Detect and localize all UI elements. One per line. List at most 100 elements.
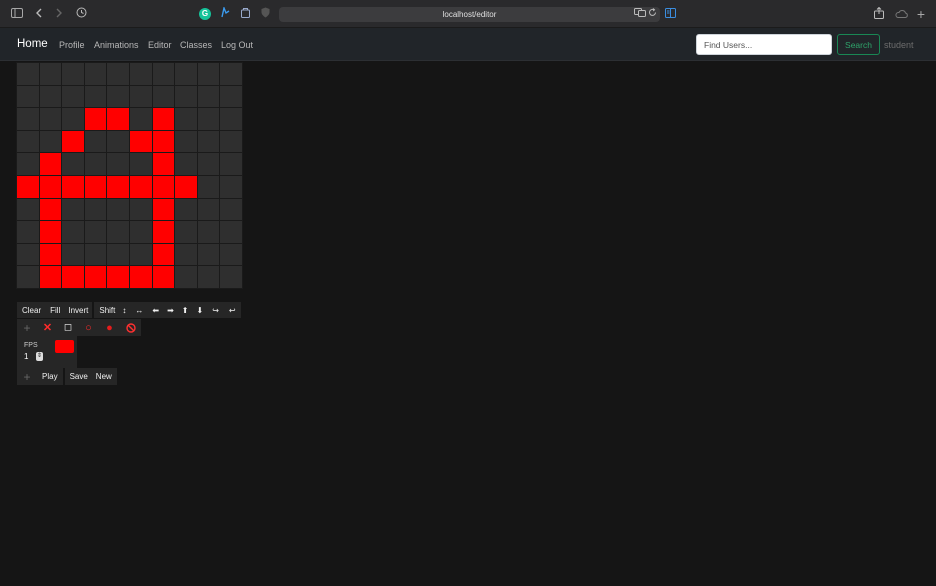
nav-animations-link[interactable]: Animations xyxy=(94,40,139,50)
pixel-cell[interactable] xyxy=(175,266,197,288)
pixel-cell[interactable] xyxy=(39,198,62,221)
pixel-cell[interactable] xyxy=(84,198,107,221)
forward-icon[interactable] xyxy=(53,7,65,21)
square-tool-icon[interactable]: ◻ xyxy=(58,319,78,336)
translate-icon[interactable] xyxy=(634,8,646,19)
rotate-icon[interactable]: ↪ xyxy=(207,302,224,318)
pixel-cell[interactable] xyxy=(220,243,242,266)
pixel-cell[interactable] xyxy=(197,198,220,221)
shift-toggle-icon[interactable]: ↕ xyxy=(118,302,130,318)
shift-left-icon[interactable]: ⬅ xyxy=(148,302,163,318)
pixel-cell[interactable] xyxy=(107,176,129,198)
pixel-cell[interactable] xyxy=(39,63,62,85)
pixel-cell[interactable] xyxy=(17,176,39,198)
pixel-cell[interactable] xyxy=(17,108,39,130)
pixel-cell[interactable] xyxy=(197,153,220,175)
pixel-cell[interactable] xyxy=(62,243,84,266)
circle-tool-icon[interactable]: ○ xyxy=(78,319,99,336)
fps-input[interactable]: 1 xyxy=(24,352,28,361)
pixel-cell[interactable] xyxy=(175,243,197,266)
pixel-cell[interactable] xyxy=(130,176,152,198)
pixel-cell[interactable] xyxy=(197,243,220,266)
pixel-cell[interactable] xyxy=(152,153,175,175)
fill-button[interactable]: Fill xyxy=(46,302,64,318)
pixel-cell[interactable] xyxy=(17,63,39,85)
pixel-cell[interactable] xyxy=(84,176,107,198)
pixel-cell[interactable] xyxy=(107,85,129,108)
sidebar-icon[interactable] xyxy=(10,7,24,21)
pixel-cell[interactable] xyxy=(62,85,84,108)
forbid-tool-icon[interactable] xyxy=(120,319,141,336)
shift-right-icon[interactable]: ➡ xyxy=(163,302,178,318)
pixel-cell[interactable] xyxy=(107,153,129,175)
pixel-cell[interactable] xyxy=(197,266,220,288)
pixel-cell[interactable] xyxy=(62,221,84,243)
pixel-cell[interactable] xyxy=(84,266,107,288)
pixel-cell[interactable] xyxy=(17,153,39,175)
pixel-cell[interactable] xyxy=(220,85,242,108)
new-button[interactable]: New xyxy=(92,368,117,385)
pixel-cell[interactable] xyxy=(175,108,197,130)
clear-button[interactable]: Clear xyxy=(17,302,46,318)
pixel-cell[interactable] xyxy=(130,266,152,288)
pixel-cell[interactable] xyxy=(152,176,175,198)
pixel-cell[interactable] xyxy=(152,243,175,266)
pixel-cell[interactable] xyxy=(39,108,62,130)
pixel-cell[interactable] xyxy=(220,130,242,153)
pixel-cell[interactable] xyxy=(152,198,175,221)
pixel-cell[interactable] xyxy=(197,221,220,243)
pixel-cell[interactable] xyxy=(152,85,175,108)
pixel-cell[interactable] xyxy=(175,63,197,85)
pixel-cell[interactable] xyxy=(197,130,220,153)
pixel-cell[interactable] xyxy=(107,221,129,243)
brand-home-link[interactable]: Home xyxy=(17,38,48,50)
reload-icon[interactable] xyxy=(648,8,657,19)
pixel-cell[interactable] xyxy=(84,221,107,243)
play-button[interactable]: Play xyxy=(37,368,63,385)
pixel-cell[interactable] xyxy=(175,85,197,108)
pixel-cell[interactable] xyxy=(107,198,129,221)
pixel-cell[interactable] xyxy=(107,243,129,266)
find-users-input[interactable] xyxy=(696,34,832,55)
pixel-cell[interactable] xyxy=(62,63,84,85)
pixel-cell[interactable] xyxy=(107,108,129,130)
pixel-cell[interactable] xyxy=(39,221,62,243)
pixel-cell[interactable] xyxy=(152,63,175,85)
pixel-cell[interactable] xyxy=(175,221,197,243)
pixel-cell[interactable] xyxy=(17,85,39,108)
pixel-cell[interactable] xyxy=(107,130,129,153)
shift-down-icon[interactable]: ⬇ xyxy=(192,302,207,318)
pixel-cell[interactable] xyxy=(220,153,242,175)
pixel-cell[interactable] xyxy=(175,153,197,175)
grammarly-icon[interactable]: G xyxy=(199,8,211,20)
pixel-cell[interactable] xyxy=(152,221,175,243)
pixel-cell[interactable] xyxy=(84,63,107,85)
share-icon[interactable] xyxy=(873,6,885,21)
pixel-cell[interactable] xyxy=(152,108,175,130)
pixel-cell[interactable] xyxy=(197,108,220,130)
fps-stepper-icon[interactable]: ⇕ xyxy=(36,352,43,361)
filled-circle-tool-icon[interactable]: ● xyxy=(99,319,120,336)
pixel-cell[interactable] xyxy=(107,266,129,288)
pixel-cell[interactable] xyxy=(39,153,62,175)
pixel-cell[interactable] xyxy=(130,85,152,108)
pixel-cell[interactable] xyxy=(17,266,39,288)
pixel-cell[interactable] xyxy=(39,266,62,288)
pixel-cell[interactable] xyxy=(220,221,242,243)
save-button[interactable]: Save xyxy=(65,368,92,385)
pixel-cell[interactable] xyxy=(62,198,84,221)
cloud-icon[interactable] xyxy=(894,7,908,21)
pixel-cell[interactable] xyxy=(62,153,84,175)
pixel-cell[interactable] xyxy=(130,198,152,221)
pixel-cell[interactable] xyxy=(220,266,242,288)
pixel-cell[interactable] xyxy=(17,130,39,153)
address-bar[interactable]: localhost/editor xyxy=(279,7,660,22)
pixel-cell[interactable] xyxy=(84,153,107,175)
shift-button[interactable]: Shift xyxy=(94,302,118,318)
pixel-cell[interactable] xyxy=(220,63,242,85)
pixel-cell[interactable] xyxy=(84,85,107,108)
pixel-cell[interactable] xyxy=(175,130,197,153)
pixel-cell[interactable] xyxy=(39,176,62,198)
new-tab-icon[interactable]: + xyxy=(915,7,927,21)
pixel-cell[interactable] xyxy=(130,243,152,266)
